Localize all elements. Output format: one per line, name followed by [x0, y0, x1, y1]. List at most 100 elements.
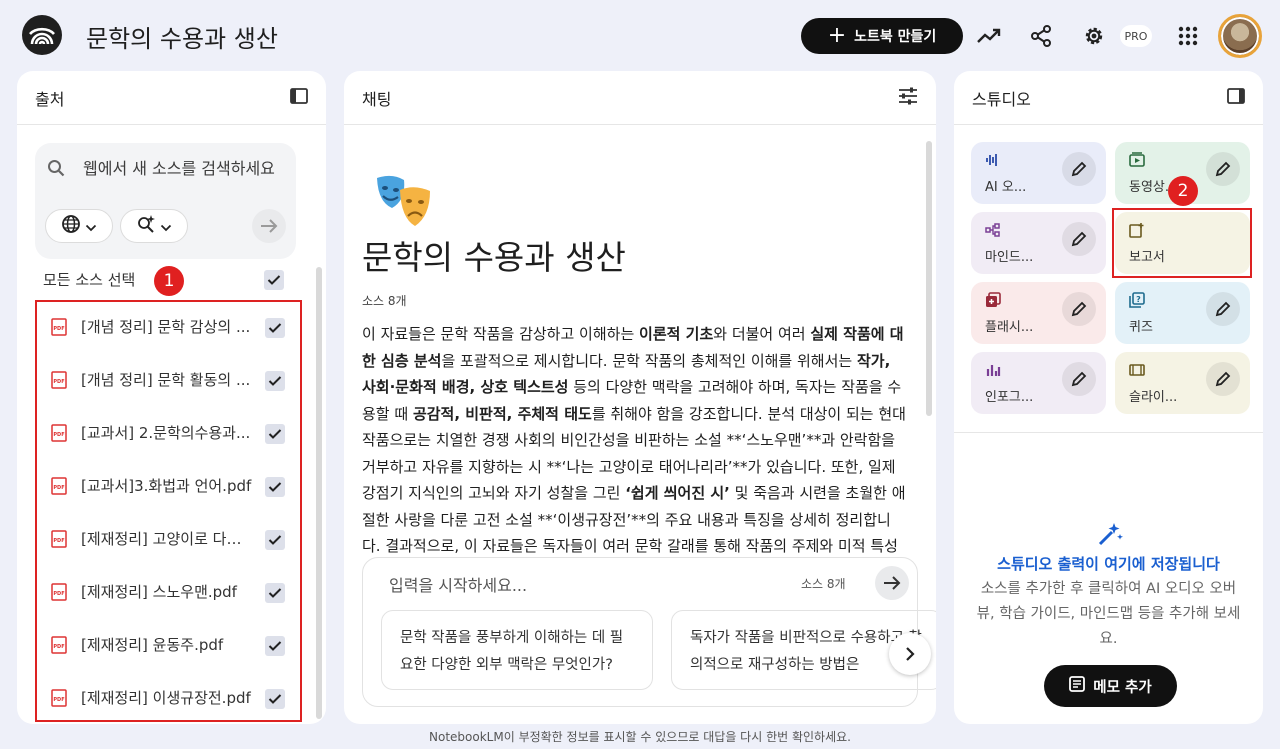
- video-icon: [1129, 152, 1145, 172]
- annotation-badge-2: 2: [1168, 176, 1198, 206]
- source-name: [교과서] 2.문학의수용과...: [81, 424, 251, 442]
- source-checkbox[interactable]: [265, 477, 285, 497]
- edit-pencil-icon[interactable]: [1206, 152, 1240, 186]
- submit-search-arrow-button[interactable]: [252, 209, 286, 243]
- notebooklm-logo-icon[interactable]: [22, 15, 62, 55]
- edit-pencil-icon[interactable]: [1062, 152, 1096, 186]
- user-avatar[interactable]: [1218, 14, 1262, 58]
- studio-tile-mindmap[interactable]: 마인드...: [971, 212, 1106, 274]
- audio-icon: [985, 152, 1001, 172]
- source-list-item[interactable]: PDF [개념 정리] 문학 감상의 ...: [37, 302, 300, 354]
- source-checkbox[interactable]: [265, 583, 285, 603]
- source-list-item[interactable]: PDF [교과서]3.화법과 언어.pdf: [37, 461, 300, 513]
- studio-tile-audio[interactable]: AI 오...: [971, 142, 1106, 204]
- select-all-sources-label: 모든 소스 선택: [43, 271, 136, 289]
- theater-masks-icon: [374, 174, 434, 230]
- collapse-panel-icon[interactable]: [290, 87, 308, 108]
- next-suggestions-chevron-icon[interactable]: [889, 633, 931, 675]
- source-list-item[interactable]: PDF [제재정리] 스노우맨.pdf: [37, 567, 300, 619]
- studio-empty-description: 소스를 추가한 후 클릭하여 AI 오디오 오버뷰, 학습 가이드, 마인드맵 …: [976, 581, 1241, 647]
- source-checkbox[interactable]: [265, 530, 285, 550]
- source-list-item[interactable]: PDF [제재정리] 윤동주.pdf: [37, 620, 300, 672]
- search-icon: [47, 159, 65, 181]
- chat-input-card: 입력을 시작하세요... 소스 8개 문학 작품을 풍부하게 이해하는 데 필요…: [362, 557, 936, 707]
- settings-gear-icon[interactable]: [1080, 22, 1108, 50]
- research-mode-dropdown[interactable]: [120, 209, 188, 243]
- source-checkbox[interactable]: [265, 318, 285, 338]
- share-icon[interactable]: [1027, 22, 1055, 50]
- edit-pencil-icon[interactable]: [1062, 362, 1096, 396]
- source-list-item[interactable]: PDF [교과서] 2.문학의수용과...: [37, 408, 300, 460]
- summary-emphasis: 공감적, 비판적, 주체적 태도: [412, 404, 592, 423]
- studio-tile-infographic[interactable]: 인포그...: [971, 352, 1106, 414]
- svg-text:?: ?: [1136, 295, 1141, 304]
- apps-grid-icon[interactable]: [1174, 22, 1202, 50]
- tune-settings-icon[interactable]: [898, 87, 918, 109]
- magic-wand-icon: [1097, 521, 1123, 551]
- sources-panel-header: 출처: [17, 71, 326, 125]
- source-checkbox[interactable]: [265, 689, 285, 709]
- source-name: [제재정리] 이생규장전.pdf: [81, 689, 251, 707]
- pdf-file-icon: PDF: [51, 424, 67, 442]
- mindmap-icon: [985, 222, 1001, 242]
- plus-icon: +: [827, 23, 847, 48]
- sources-scrollbar[interactable]: [316, 267, 322, 719]
- studio-tile-flashcard[interactable]: 플래시...: [971, 282, 1106, 344]
- create-notebook-button[interactable]: + 노트북 만들기: [801, 18, 963, 54]
- collapse-panel-icon[interactable]: [1227, 87, 1245, 108]
- pdf-file-icon: PDF: [51, 636, 67, 654]
- source-list-item[interactable]: PDF [제재정리] 고양이로 다시...: [37, 514, 300, 566]
- pdf-file-icon: PDF: [51, 689, 67, 707]
- web-source-dropdown[interactable]: [45, 209, 113, 243]
- studio-tile-quiz[interactable]: ? 퀴즈: [1115, 282, 1250, 344]
- add-note-button[interactable]: 메모 추가: [1044, 665, 1177, 707]
- sparkle-search-icon: [136, 214, 156, 238]
- disclaimer-footer: NotebookLM이 부정확한 정보를 표시할 수 있으므로 대답을 다시 한…: [429, 730, 851, 744]
- suggested-question-1[interactable]: 문학 작품을 풍부하게 이해하는 데 필요한 다양한 외부 맥락은 무엇인가?: [381, 610, 653, 690]
- svg-text:PDF: PDF: [53, 379, 64, 385]
- summary-text: 와 더불어 여러: [713, 325, 811, 343]
- studio-tile-slides[interactable]: 슬라이...: [1115, 352, 1250, 414]
- web-source-search-box[interactable]: 웹에서 새 소스를 검색하세요: [35, 143, 296, 259]
- sources-panel-title: 출처: [35, 89, 65, 109]
- app-header: 문학의 수용과 생산 + 노트북 만들기 PRO: [0, 0, 1280, 70]
- source-list-item[interactable]: PDF [개념 정리] 문학 활동의 ...: [37, 355, 300, 407]
- source-name: [개념 정리] 문학 감상의 ...: [81, 318, 251, 336]
- studio-panel: 스튜디오 AI 오... 동영상... 마인드... 보고서 플래시...? 퀴즈 인포그.…: [954, 71, 1263, 724]
- chat-notebook-title: 문학의 수용과 생산: [362, 238, 626, 277]
- pdf-file-icon: PDF: [51, 477, 67, 495]
- chat-scrollbar[interactable]: [926, 141, 932, 416]
- svg-text:PDF: PDF: [53, 697, 64, 703]
- source-name: [제재정리] 윤동주.pdf: [81, 636, 224, 654]
- source-list-item[interactable]: PDF [제재정리] 이생규장전.pdf: [37, 673, 300, 724]
- pdf-file-icon: PDF: [51, 371, 67, 389]
- source-checkbox[interactable]: [265, 636, 285, 656]
- summary-text: 을 포괄적으로 제시합니다. 문학 작품의 총체적인 이해를 위해서는: [441, 351, 857, 370]
- chat-panel-title: 채팅: [362, 89, 392, 109]
- analytics-icon[interactable]: [975, 22, 1003, 50]
- studio-tile-label: 인포그...: [985, 390, 1034, 405]
- edit-pencil-icon[interactable]: [1062, 292, 1096, 326]
- source-name: [제재정리] 고양이로 다시...: [81, 530, 253, 548]
- select-all-checkbox[interactable]: [264, 270, 284, 290]
- send-arrow-button[interactable]: [875, 566, 909, 600]
- web-search-input[interactable]: 웹에서 새 소스를 검색하세요: [83, 155, 283, 183]
- studio-tile-label: 슬라이...: [1129, 390, 1178, 405]
- edit-pencil-icon[interactable]: [1206, 362, 1240, 396]
- source-checkbox[interactable]: [265, 371, 285, 391]
- edit-pencil-icon[interactable]: [1206, 292, 1240, 326]
- chat-source-count: 소스 8개: [362, 294, 407, 308]
- create-notebook-label: 노트북 만들기: [854, 29, 937, 45]
- source-checkbox[interactable]: [265, 424, 285, 444]
- edit-pencil-icon[interactable]: [1062, 222, 1096, 256]
- svg-text:PDF: PDF: [53, 538, 64, 544]
- notebook-title[interactable]: 문학의 수용과 생산: [86, 19, 278, 54]
- note-icon: [1069, 676, 1086, 696]
- infographic-icon: [985, 362, 1001, 382]
- chat-input-source-count: 소스 8개: [801, 577, 846, 591]
- summary-emphasis: 이론적 기초: [639, 325, 714, 343]
- sources-panel: 출처 웹에서 새 소스를 검색하세요 모든 소스 선택 1 PDF [개념 정리…: [17, 71, 326, 724]
- svg-text:PDF: PDF: [53, 644, 64, 650]
- chat-input[interactable]: 입력을 시작하세요...: [389, 572, 527, 596]
- annotation-badge-1: 1: [154, 266, 184, 296]
